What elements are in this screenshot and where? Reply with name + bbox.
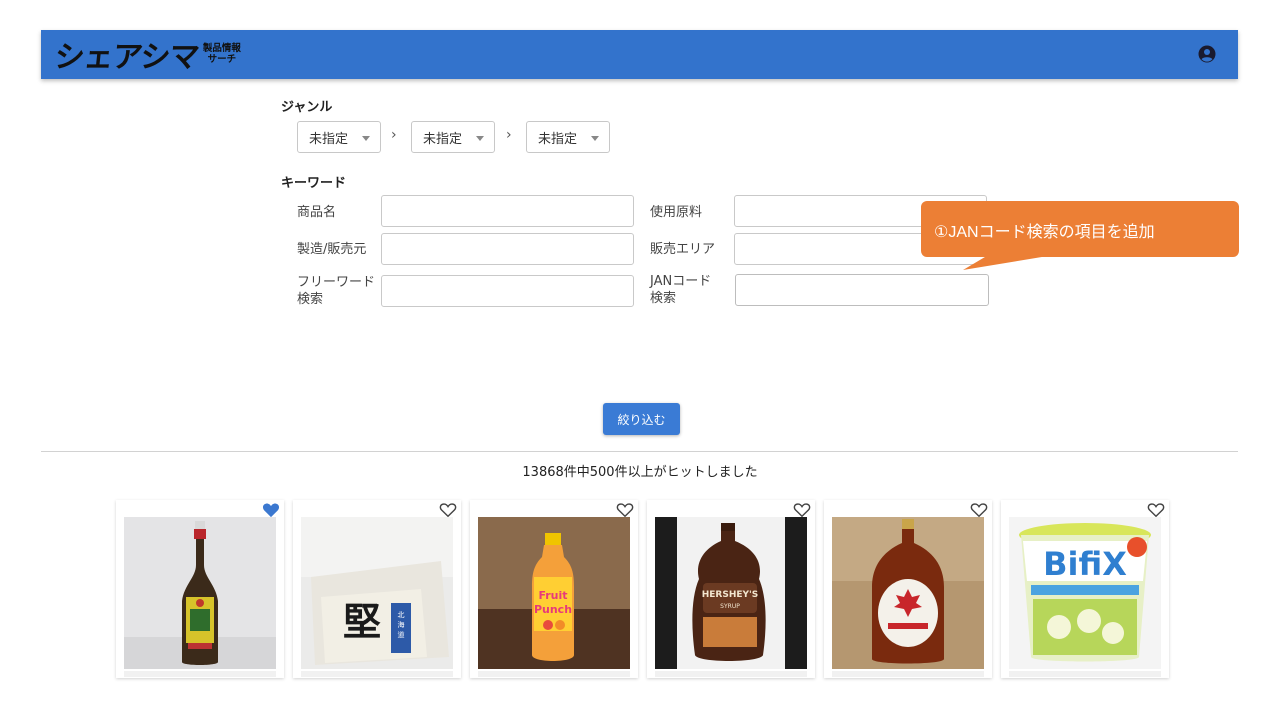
product-image-tofu: 堅 北 海 道	[301, 517, 453, 669]
heart-outline-icon[interactable]	[970, 502, 988, 518]
ingredients-label: 使用原料	[650, 205, 703, 220]
manufacturer-input[interactable]	[381, 233, 634, 265]
product-image-maple-syrup	[832, 517, 984, 669]
divider	[41, 451, 1238, 452]
product-card[interactable]	[824, 500, 992, 678]
genre-select-3[interactable]: 未指定	[526, 121, 610, 153]
svg-text:Punch: Punch	[534, 603, 572, 616]
annotation-callout: ①JANコード検索の項目を追加	[921, 201, 1239, 257]
jan-code-label: JANコード 検索	[650, 273, 711, 307]
heart-outline-icon[interactable]	[439, 502, 457, 518]
svg-text:道: 道	[398, 630, 405, 639]
svg-text:SYRUP: SYRUP	[720, 603, 740, 610]
app-header: シェアシマ 製品情報 サーチ	[41, 30, 1238, 79]
logo-subtitle-line1: 製品情報	[202, 43, 241, 54]
dropdown-caret-icon	[591, 136, 599, 141]
card-footer	[1009, 671, 1161, 677]
product-card[interactable]: Fruit Punch	[470, 500, 638, 678]
product-name-label: 商品名	[297, 205, 337, 220]
free-word-label: フリーワード 検索	[297, 274, 375, 308]
result-summary: 13868件中500件以上がヒットしました	[522, 465, 758, 480]
manufacturer-label: 製造/販売元	[297, 242, 367, 257]
genre-select-3-value: 未指定	[538, 131, 578, 147]
keyword-label: キーワード	[281, 176, 347, 191]
product-image-chocolate-syrup: HERSHEY'S SYRUP	[655, 517, 807, 669]
sales-area-label: 販売エリア	[650, 242, 716, 257]
logo-subtitle-line2: サーチ	[207, 54, 237, 65]
chevron-right-icon: ›	[506, 127, 512, 143]
genre-label: ジャンル	[281, 100, 333, 115]
genre-select-1-value: 未指定	[309, 131, 349, 147]
jan-code-label-line2: 検索	[650, 291, 677, 306]
card-footer	[301, 671, 453, 677]
product-image-soy-sauce	[124, 517, 276, 669]
product-image-fruit-punch: Fruit Punch	[478, 517, 630, 669]
heart-outline-icon[interactable]	[793, 502, 811, 518]
free-word-label-line2: 検索	[297, 292, 324, 307]
svg-text:海: 海	[398, 620, 405, 629]
product-card[interactable]: HERSHEY'S SYRUP	[647, 500, 815, 678]
product-image-yogurt: BifiX	[1009, 517, 1161, 669]
logo-wordmark: シェアシマ	[52, 40, 201, 75]
product-card[interactable]: BifiX	[1001, 500, 1169, 678]
card-footer	[124, 671, 276, 677]
genre-select-1[interactable]: 未指定	[297, 121, 381, 153]
free-word-label-line1: フリーワード	[297, 275, 376, 290]
heart-outline-icon[interactable]	[1147, 502, 1165, 518]
free-word-input[interactable]	[381, 275, 634, 307]
product-card[interactable]: 堅 北 海 道	[293, 500, 461, 678]
product-name-input[interactable]	[381, 195, 634, 227]
account-circle-icon[interactable]	[1198, 45, 1216, 63]
dropdown-caret-icon	[476, 136, 484, 141]
apply-filter-button[interactable]: 絞り込む	[603, 403, 680, 435]
svg-text:BifiX: BifiX	[1043, 545, 1127, 583]
app-logo[interactable]: シェアシマ 製品情報 サーチ	[52, 35, 241, 75]
heart-filled-icon[interactable]	[262, 502, 280, 518]
genre-select-2[interactable]: 未指定	[411, 121, 495, 153]
jan-code-input[interactable]	[735, 274, 989, 306]
product-card[interactable]	[116, 500, 284, 678]
svg-text:堅: 堅	[343, 600, 381, 644]
heart-outline-icon[interactable]	[616, 502, 634, 518]
genre-select-2-value: 未指定	[423, 131, 463, 147]
svg-text:Fruit: Fruit	[538, 589, 567, 602]
svg-text:HERSHEY'S: HERSHEY'S	[702, 590, 759, 600]
dropdown-caret-icon	[362, 136, 370, 141]
card-footer	[655, 671, 807, 677]
logo-subtitle: 製品情報 サーチ	[203, 43, 241, 65]
card-footer	[832, 671, 984, 677]
chevron-right-icon: ›	[391, 127, 397, 143]
svg-text:北: 北	[398, 611, 405, 619]
card-footer	[478, 671, 630, 677]
jan-code-label-line1: JANコード	[650, 274, 712, 289]
